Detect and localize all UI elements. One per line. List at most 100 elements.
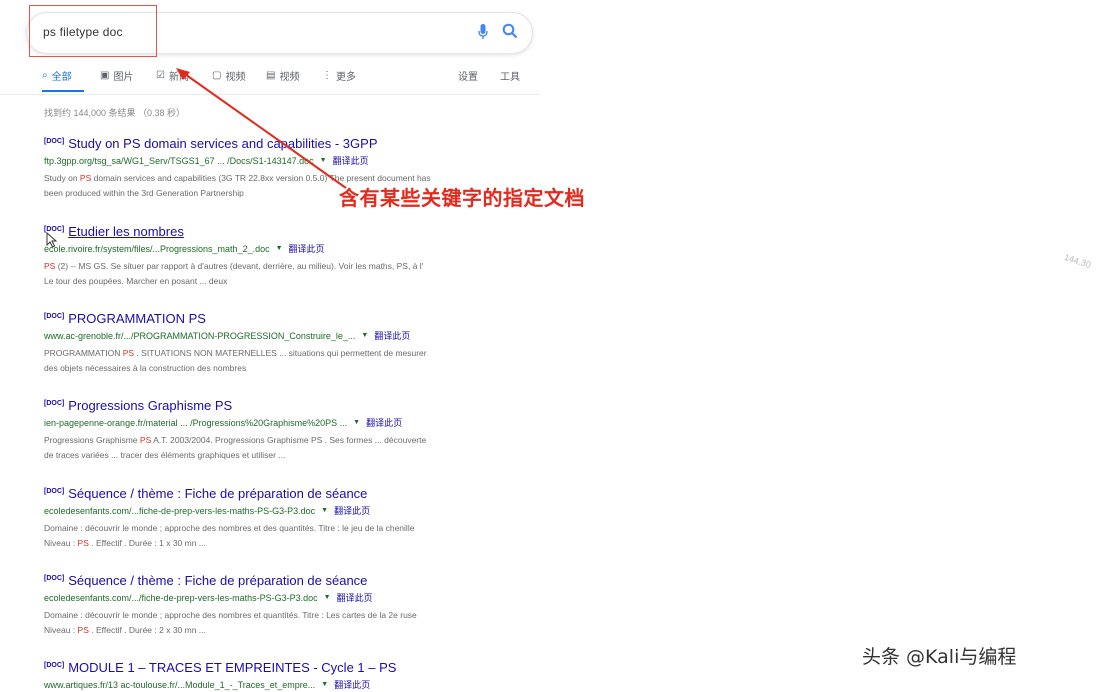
filetype-badge: [DOC] — [44, 662, 65, 669]
snippet-keyword: PS — [77, 538, 89, 548]
result-title-row: [DOC] Séquence / thème : Fiche de prépara… — [44, 486, 514, 501]
snippet-keyword: PS — [139, 435, 152, 445]
snippet-text: des objets nécessaires à la construction… — [44, 363, 247, 373]
result-title-link[interactable]: Study on PS domain services and capabili… — [68, 136, 377, 151]
tab-all[interactable]: ⌕ 全部 — [42, 68, 72, 83]
result-snippet: Progressions Graphisme PS A.T. 2003/2004… — [44, 433, 514, 463]
active-tab-indicator — [42, 90, 84, 92]
tab-more[interactable]: ⋮ 更多 — [322, 68, 356, 83]
result-url: www.ac-grenoble.fr/.../PROGRAMMATION-PRO… — [44, 330, 356, 341]
result-title-link[interactable]: MODULE 1 – TRACES ET EMPREINTES - Cycle … — [68, 660, 396, 675]
result-url: ecoledesenfants.com/.../fiche-de-prep-ve… — [44, 592, 318, 603]
search-tabs: ⌕ 全部 ▣ 图片 ☑ 新闻 ▢ 视频 ▤ 视频 ⋮ 更多 设置 工具 — [42, 68, 532, 86]
snippet-text: Progressions Graphisme — [44, 435, 140, 445]
result-snippet: Domaine : découvrir le monde ; approche … — [44, 521, 514, 551]
snippet-text: A.T. 2003/2004. Progressions Graphisme P… — [151, 435, 427, 445]
tab-news[interactable]: ☑ 新闻 — [156, 68, 189, 83]
snippet-text: Niveau : — [44, 625, 78, 635]
snippet-text: Le tour des poupées. Marcher en posant .… — [44, 276, 228, 286]
search-result: [DOC] PROGRAMMATION PS www.ac-grenoble.fr/… — [44, 311, 514, 376]
result-title-row: [DOC] Etudier les nombres — [44, 224, 514, 239]
result-title-link[interactable]: PROGRAMMATION PS — [68, 311, 206, 326]
snippet-line: Domaine : découvrir le monde ; approche … — [44, 521, 514, 536]
result-title-link[interactable]: Etudier les nombres — [68, 224, 184, 239]
result-snippet: PS (2) -- MS GS. Se situer par rapport à… — [44, 259, 514, 289]
result-url: ftp.3gpp.org/tsg_sa/WG1_Serv/TSGS1_67 ..… — [44, 155, 314, 166]
snippet-keyword: PS — [44, 261, 56, 271]
snippet-keyword: PS — [79, 173, 92, 183]
result-url-row: ecole.rivoire.fr/system/files/...Progres… — [44, 242, 514, 255]
more-icon: ⋮ — [322, 70, 332, 81]
snippet-text: de traces variées ... tracer des élément… — [44, 450, 286, 460]
dropdown-triangle-icon[interactable]: ▼ — [324, 594, 331, 601]
result-url-row: ien-pagepenne-orange.fr/material ... /Pr… — [44, 416, 514, 429]
result-title-row: [DOC] Progressions Graphisme PS — [44, 398, 514, 413]
filetype-badge: [DOC] — [44, 488, 65, 495]
snippet-text: Domaine : découvrir le monde ; approche … — [44, 610, 417, 620]
search-result: [DOC] Séquence / thème : Fiche de prépara… — [44, 486, 514, 551]
image-icon: ▣ — [100, 70, 110, 81]
result-url-row: www.artiques.fr/13 ac-toulouse.fr/...Mod… — [44, 678, 514, 691]
snippet-text: (2) -- MS GS. Se situer par rapport à d'… — [55, 261, 424, 271]
dropdown-triangle-icon[interactable]: ▼ — [320, 157, 327, 164]
snippet-text: . Effectif . Durée : 1 x 30 mn ... — [88, 538, 206, 548]
result-title-link[interactable]: Séquence / thème : Fiche de préparation … — [68, 486, 367, 501]
result-snippet: PROGRAMMATION PS . SITUATIONS NON MATERN… — [44, 346, 514, 376]
snippet-line: Niveau : PS . Effectif . Durée : 1 x 30 … — [44, 536, 514, 551]
snippet-line: Le tour des poupées. Marcher en posant .… — [44, 274, 514, 289]
snippet-keyword: PS — [77, 625, 89, 635]
tab-images[interactable]: ▣ 图片 — [100, 68, 133, 83]
result-title-row: [DOC] PROGRAMMATION PS — [44, 311, 514, 326]
result-title-link[interactable]: Progressions Graphisme PS — [68, 398, 232, 413]
result-url-row: ecoledesenfants.com/...fiche-de-prep-ver… — [44, 504, 514, 517]
dropdown-triangle-icon[interactable]: ▼ — [361, 332, 368, 339]
snippet-text: . Effectif . Durée : 2 x 30 mn ... — [88, 625, 206, 635]
dropdown-triangle-icon[interactable]: ▼ — [353, 419, 360, 426]
result-url: ecole.rivoire.fr/system/files/...Progres… — [44, 243, 270, 254]
search-icon: ⌕ — [42, 70, 48, 81]
result-title-row: [DOC] Séquence / thème : Fiche de prépara… — [44, 573, 514, 588]
translate-page-link[interactable]: 翻译此页 — [334, 504, 370, 517]
result-title-row: [DOC] MODULE 1 – TRACES ET EMPREINTES - C… — [44, 660, 514, 675]
search-result: [DOC] Progressions Graphisme PS ien-pagepe… — [44, 398, 514, 463]
translate-page-link[interactable]: 翻译此页 — [289, 242, 325, 255]
search-icon[interactable] — [502, 23, 518, 44]
dropdown-triangle-icon[interactable]: ▼ — [276, 245, 283, 252]
tools-link[interactable]: 工具 — [500, 68, 520, 83]
translate-page-link[interactable]: 翻译此页 — [366, 416, 402, 429]
result-url: www.artiques.fr/13 ac-toulouse.fr/...Mod… — [44, 679, 316, 690]
result-title-row: [DOC] Study on PS domain services and cap… — [44, 136, 514, 151]
tab-videos[interactable]: ▢ 视频 — [212, 68, 245, 83]
news-icon: ☑ — [156, 70, 165, 81]
result-url-row: ftp.3gpp.org/tsg_sa/WG1_Serv/TSGS1_67 ..… — [44, 154, 514, 167]
result-title-link[interactable]: Séquence / thème : Fiche de préparation … — [68, 573, 367, 588]
snippet-text: PROGRAMMATION — [44, 348, 123, 358]
translate-page-link[interactable]: 翻译此页 — [333, 154, 369, 167]
search-result: [DOC] Séquence / thème : Fiche de prépara… — [44, 573, 514, 638]
tab-more-apps[interactable]: ▤ 视频 — [266, 68, 299, 83]
snippet-line: Niveau : PS . Effectif . Durée : 2 x 30 … — [44, 623, 514, 638]
result-url-row: www.ac-grenoble.fr/.../PROGRAMMATION-PRO… — [44, 329, 514, 342]
settings-link[interactable]: 设置 — [458, 68, 478, 83]
snippet-text: been produced within the 3rd Generation … — [44, 188, 244, 198]
snippet-keyword: PS — [122, 348, 135, 358]
filetype-badge: [DOC] — [44, 313, 65, 320]
snippet-line: des objets nécessaires à la construction… — [44, 361, 514, 376]
search-result: [DOC] MODULE 1 – TRACES ET EMPREINTES - C… — [44, 660, 514, 691]
snippet-line: Domaine : découvrir le monde ; approche … — [44, 608, 514, 623]
snippet-text: Niveau : — [44, 538, 78, 548]
snippet-text: Study on — [44, 173, 80, 183]
dropdown-triangle-icon[interactable]: ▼ — [321, 507, 328, 514]
result-url-row: ecoledesenfants.com/.../fiche-de-prep-ve… — [44, 591, 514, 604]
translate-page-link[interactable]: 翻译此页 — [374, 329, 410, 342]
grid-icon: ▤ — [266, 70, 276, 81]
snippet-line: Progressions Graphisme PS A.T. 2003/2004… — [44, 433, 514, 448]
side-count-text: 144,30 — [1062, 252, 1093, 271]
dropdown-triangle-icon[interactable]: ▼ — [321, 681, 328, 688]
snippet-line: PS (2) -- MS GS. Se situer par rapport à… — [44, 259, 514, 274]
filetype-badge: [DOC] — [44, 400, 65, 407]
translate-page-link[interactable]: 翻译此页 — [334, 678, 370, 691]
microphone-icon[interactable] — [478, 24, 488, 45]
translate-page-link[interactable]: 翻译此页 — [337, 591, 373, 604]
annotation-label: 含有某些关键字的指定文档 — [339, 186, 585, 210]
